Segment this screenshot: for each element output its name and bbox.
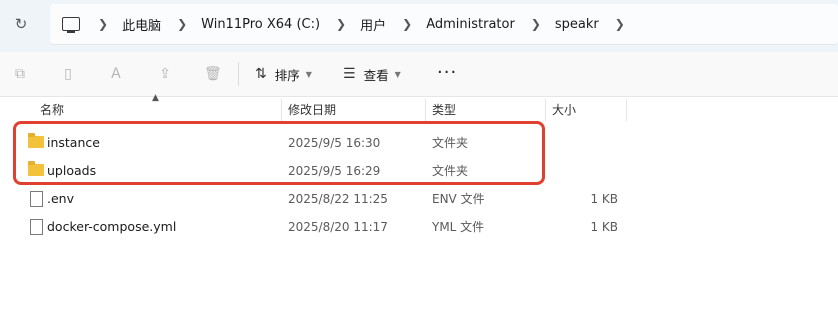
computer-icon[interactable] bbox=[62, 17, 80, 33]
column-header-size[interactable]: 大小 bbox=[552, 97, 576, 123]
file-size: 1 KB bbox=[590, 192, 618, 206]
file-name: docker-compose.yml bbox=[47, 219, 177, 234]
refresh-icon[interactable]: ↻ bbox=[12, 15, 30, 33]
sort-button[interactable]: ⇅ 排序 ▼ bbox=[255, 64, 312, 84]
chevron-down-icon: ▼ bbox=[394, 69, 401, 79]
file-row[interactable]: docker-compose.yml 2025/8/20 11:17 YML 文… bbox=[18, 213, 628, 241]
file-icon bbox=[30, 219, 43, 235]
chevron-right-icon[interactable]: ❯ bbox=[98, 17, 108, 31]
file-name: .env bbox=[47, 191, 74, 206]
breadcrumb-users[interactable]: 用户 bbox=[360, 15, 386, 34]
column-header-name[interactable]: 名称 bbox=[40, 97, 64, 123]
chevron-right-icon[interactable]: ❯ bbox=[615, 17, 625, 31]
file-date: 2025/8/22 11:25 bbox=[288, 192, 388, 206]
column-header-date[interactable]: 修改日期 bbox=[288, 97, 336, 123]
breadcrumb-this-pc[interactable]: 此电脑 bbox=[122, 15, 161, 34]
file-size: 1 KB bbox=[590, 220, 618, 234]
breadcrumb-administrator[interactable]: Administrator bbox=[426, 17, 515, 32]
file-size bbox=[578, 157, 618, 185]
column-divider[interactable] bbox=[626, 99, 627, 121]
breadcrumb-drive-c[interactable]: Win11Pro X64 (C:) bbox=[201, 17, 320, 32]
copy-icon[interactable]: ⧉ bbox=[12, 66, 28, 82]
chevron-right-icon[interactable]: ❯ bbox=[177, 17, 187, 31]
chevron-right-icon[interactable]: ❯ bbox=[402, 17, 412, 31]
column-divider[interactable] bbox=[425, 99, 426, 121]
more-options-button[interactable]: ··· bbox=[437, 62, 457, 83]
file-type: ENV 文件 bbox=[432, 192, 485, 206]
file-row[interactable]: .env 2025/8/22 11:25 ENV 文件 1 KB bbox=[18, 185, 628, 213]
sort-label: 排序 bbox=[274, 67, 300, 83]
file-date: 2025/8/20 11:17 bbox=[288, 220, 388, 234]
column-divider[interactable] bbox=[545, 99, 546, 121]
column-divider[interactable] bbox=[281, 99, 282, 121]
share-icon[interactable]: ⇪ bbox=[157, 66, 173, 82]
view-button[interactable]: ☰ 查看 ▼ bbox=[343, 64, 401, 84]
rename-icon[interactable]: Ａ bbox=[108, 66, 124, 82]
chevron-right-icon[interactable]: ❯ bbox=[336, 17, 346, 31]
column-header-type[interactable]: 类型 bbox=[432, 97, 456, 123]
address-bar-row: ↻ ❯ 此电脑 ❯ Win11Pro X64 (C:) ❯ 用户 ❯ Admin… bbox=[0, 0, 838, 52]
chevron-right-icon[interactable]: ❯ bbox=[531, 17, 541, 31]
file-icon bbox=[30, 191, 43, 207]
breadcrumb-speakr[interactable]: speakr bbox=[555, 17, 599, 32]
command-bar: ⧉ ▯ Ａ ⇪ 🗑 ⇅ 排序 ▼ ☰ 查看 ▼ ··· bbox=[0, 52, 838, 97]
toolbar-divider bbox=[238, 62, 239, 86]
file-size bbox=[578, 129, 618, 157]
paste-icon[interactable]: ▯ bbox=[60, 66, 76, 82]
delete-icon[interactable]: 🗑 bbox=[204, 66, 222, 82]
column-header-row: ▲ 名称 修改日期 类型 大小 bbox=[0, 93, 838, 123]
breadcrumb: ❯ 此电脑 ❯ Win11Pro X64 (C:) ❯ 用户 ❯ Adminis… bbox=[62, 4, 639, 44]
sort-icon: ⇅ bbox=[255, 66, 267, 82]
view-icon: ☰ bbox=[343, 66, 356, 82]
view-label: 查看 bbox=[363, 67, 389, 83]
highlight-annotation bbox=[13, 121, 545, 185]
chevron-down-icon: ▼ bbox=[305, 69, 312, 79]
address-bar[interactable]: ❯ 此电脑 ❯ Win11Pro X64 (C:) ❯ 用户 ❯ Adminis… bbox=[50, 4, 838, 45]
file-type: YML 文件 bbox=[432, 220, 485, 234]
sort-ascending-icon: ▲ bbox=[152, 93, 159, 103]
